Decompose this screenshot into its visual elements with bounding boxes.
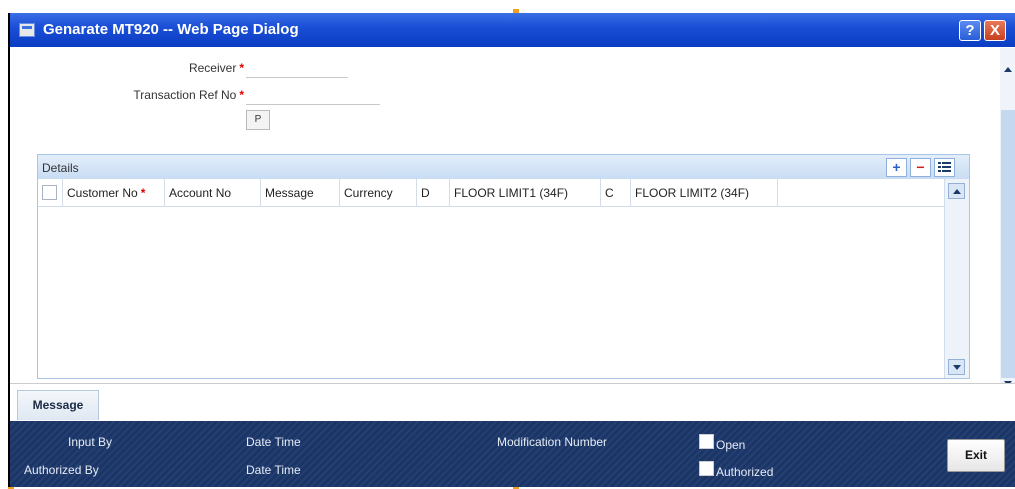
- page-scrollbar[interactable]: [1000, 48, 1015, 390]
- transaction-ref-input-underline: [246, 104, 380, 105]
- authorized-by-label: Authorized By: [24, 463, 99, 477]
- transaction-ref-label-text: Transaction Ref No: [133, 88, 237, 102]
- page-scroll-thumb[interactable]: [1001, 110, 1015, 378]
- required-marker: *: [239, 88, 244, 102]
- page-scroll-up-button[interactable]: [1000, 62, 1015, 76]
- grid-column-header: Customer No * Account No Message Currency…: [38, 179, 944, 207]
- receiver-label: Receiver *: [110, 61, 244, 75]
- single-view-button[interactable]: [934, 158, 955, 177]
- arrow-down-icon: [953, 365, 961, 370]
- input-by-label: Input By: [68, 435, 113, 449]
- window-title: Genarate MT920 -- Web Page Dialog: [43, 21, 299, 38]
- open-checkbox[interactable]: [699, 434, 714, 449]
- required-marker: *: [140, 186, 146, 200]
- details-header: Details + −: [38, 155, 969, 179]
- column-customer-no-label: Customer No: [67, 186, 138, 200]
- column-c[interactable]: C: [601, 179, 631, 207]
- column-message[interactable]: Message: [261, 179, 340, 207]
- arrow-up-icon: [953, 189, 961, 194]
- add-row-label: +: [892, 159, 901, 175]
- arrow-up-icon: [1004, 67, 1012, 72]
- grid-scrollbar[interactable]: [944, 179, 969, 378]
- open-label: Open: [716, 438, 746, 452]
- tab-message[interactable]: Message: [17, 390, 99, 420]
- column-d[interactable]: D: [417, 179, 450, 207]
- select-all-checkbox[interactable]: [42, 185, 57, 200]
- exit-button[interactable]: Exit: [947, 439, 1005, 472]
- p-button[interactable]: P: [246, 110, 270, 130]
- column-customer-no[interactable]: Customer No *: [63, 179, 165, 207]
- add-row-button[interactable]: +: [886, 158, 907, 177]
- authorized-checkbox[interactable]: [699, 461, 714, 476]
- receiver-input-underline: [246, 77, 348, 78]
- required-marker: *: [239, 61, 244, 75]
- audit-footer: Input By Authorized By Date Time Date Ti…: [10, 421, 1015, 487]
- column-floor-limit2[interactable]: FLOOR LIMIT2 (34F): [631, 179, 778, 207]
- modification-number-label: Modification Number: [497, 435, 608, 449]
- grid-scroll-up-button[interactable]: [948, 183, 965, 199]
- tab-bar: Message: [10, 383, 1015, 421]
- date-time-label-input: Date Time: [246, 435, 301, 449]
- authorized-label: Authorized: [716, 465, 774, 479]
- close-button[interactable]: X: [984, 20, 1006, 41]
- details-grid: Details + − Customer No * Account No Mess…: [37, 154, 970, 379]
- list-view-icon: [938, 162, 951, 172]
- delete-row-button[interactable]: −: [910, 158, 931, 177]
- transaction-ref-input[interactable]: [246, 86, 380, 104]
- details-title: Details: [42, 161, 79, 175]
- column-floor-limit1[interactable]: FLOOR LIMIT1 (34F): [450, 179, 601, 207]
- window-icon: [19, 23, 35, 37]
- transaction-ref-label: Transaction Ref No *: [90, 88, 244, 102]
- select-all-column: [38, 179, 63, 207]
- dialog-window: Genarate MT920 -- Web Page Dialog ? X Re…: [8, 13, 1015, 487]
- receiver-label-text: Receiver: [188, 61, 237, 75]
- grid-scroll-down-button[interactable]: [948, 359, 965, 375]
- delete-row-label: −: [916, 159, 925, 175]
- receiver-input[interactable]: [246, 59, 348, 77]
- date-time-label-auth: Date Time: [246, 463, 301, 477]
- help-button[interactable]: ?: [959, 20, 981, 41]
- column-account-no[interactable]: Account No: [165, 179, 261, 207]
- title-bar: Genarate MT920 -- Web Page Dialog ? X: [10, 13, 1015, 47]
- column-currency[interactable]: Currency: [340, 179, 417, 207]
